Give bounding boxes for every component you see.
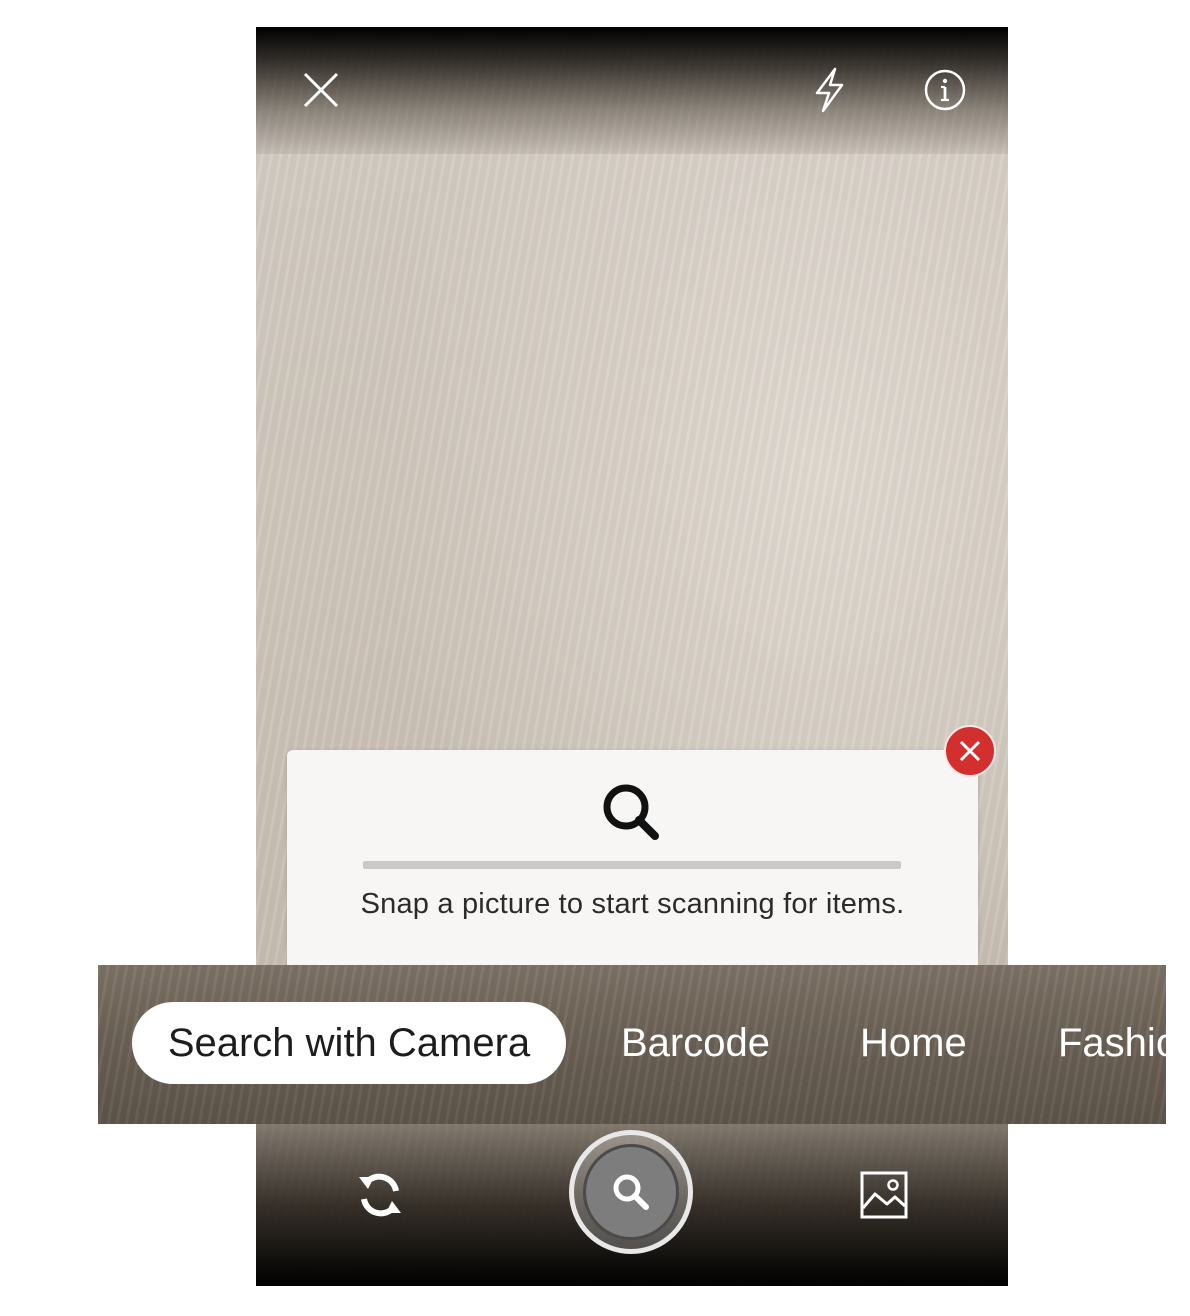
flash-icon [815, 67, 844, 113]
tab-fashion[interactable]: Fashion [1058, 1002, 1166, 1084]
search-icon [599, 780, 663, 844]
camera-flip-icon [359, 1173, 401, 1217]
close-icon [303, 72, 339, 108]
info-icon [924, 69, 966, 111]
close-icon [959, 740, 981, 762]
scan-hint-card: Snap a picture to start scanning for ite… [287, 750, 978, 990]
flash-button[interactable] [804, 65, 854, 115]
top-bar [256, 27, 1008, 154]
scan-hint-text: Snap a picture to start scanning for ite… [360, 888, 905, 920]
gallery-icon [860, 1171, 908, 1219]
dismiss-hint-button[interactable] [944, 725, 996, 777]
info-button[interactable] [920, 65, 970, 115]
tab-search-with-camera[interactable]: Search with Camera [132, 1002, 566, 1084]
search-icon [613, 1174, 649, 1210]
mode-selector: Search with Camera Barcode Home Fashion [98, 965, 1166, 1124]
close-button[interactable] [296, 65, 346, 115]
tab-home[interactable]: Home [860, 1002, 967, 1084]
scan-progress-bar [363, 861, 901, 869]
capture-button-inner [583, 1144, 679, 1240]
tab-barcode[interactable]: Barcode [621, 1002, 770, 1084]
flip-camera-button[interactable] [352, 1167, 408, 1223]
capture-button[interactable] [569, 1130, 693, 1254]
gallery-button[interactable] [856, 1167, 912, 1223]
